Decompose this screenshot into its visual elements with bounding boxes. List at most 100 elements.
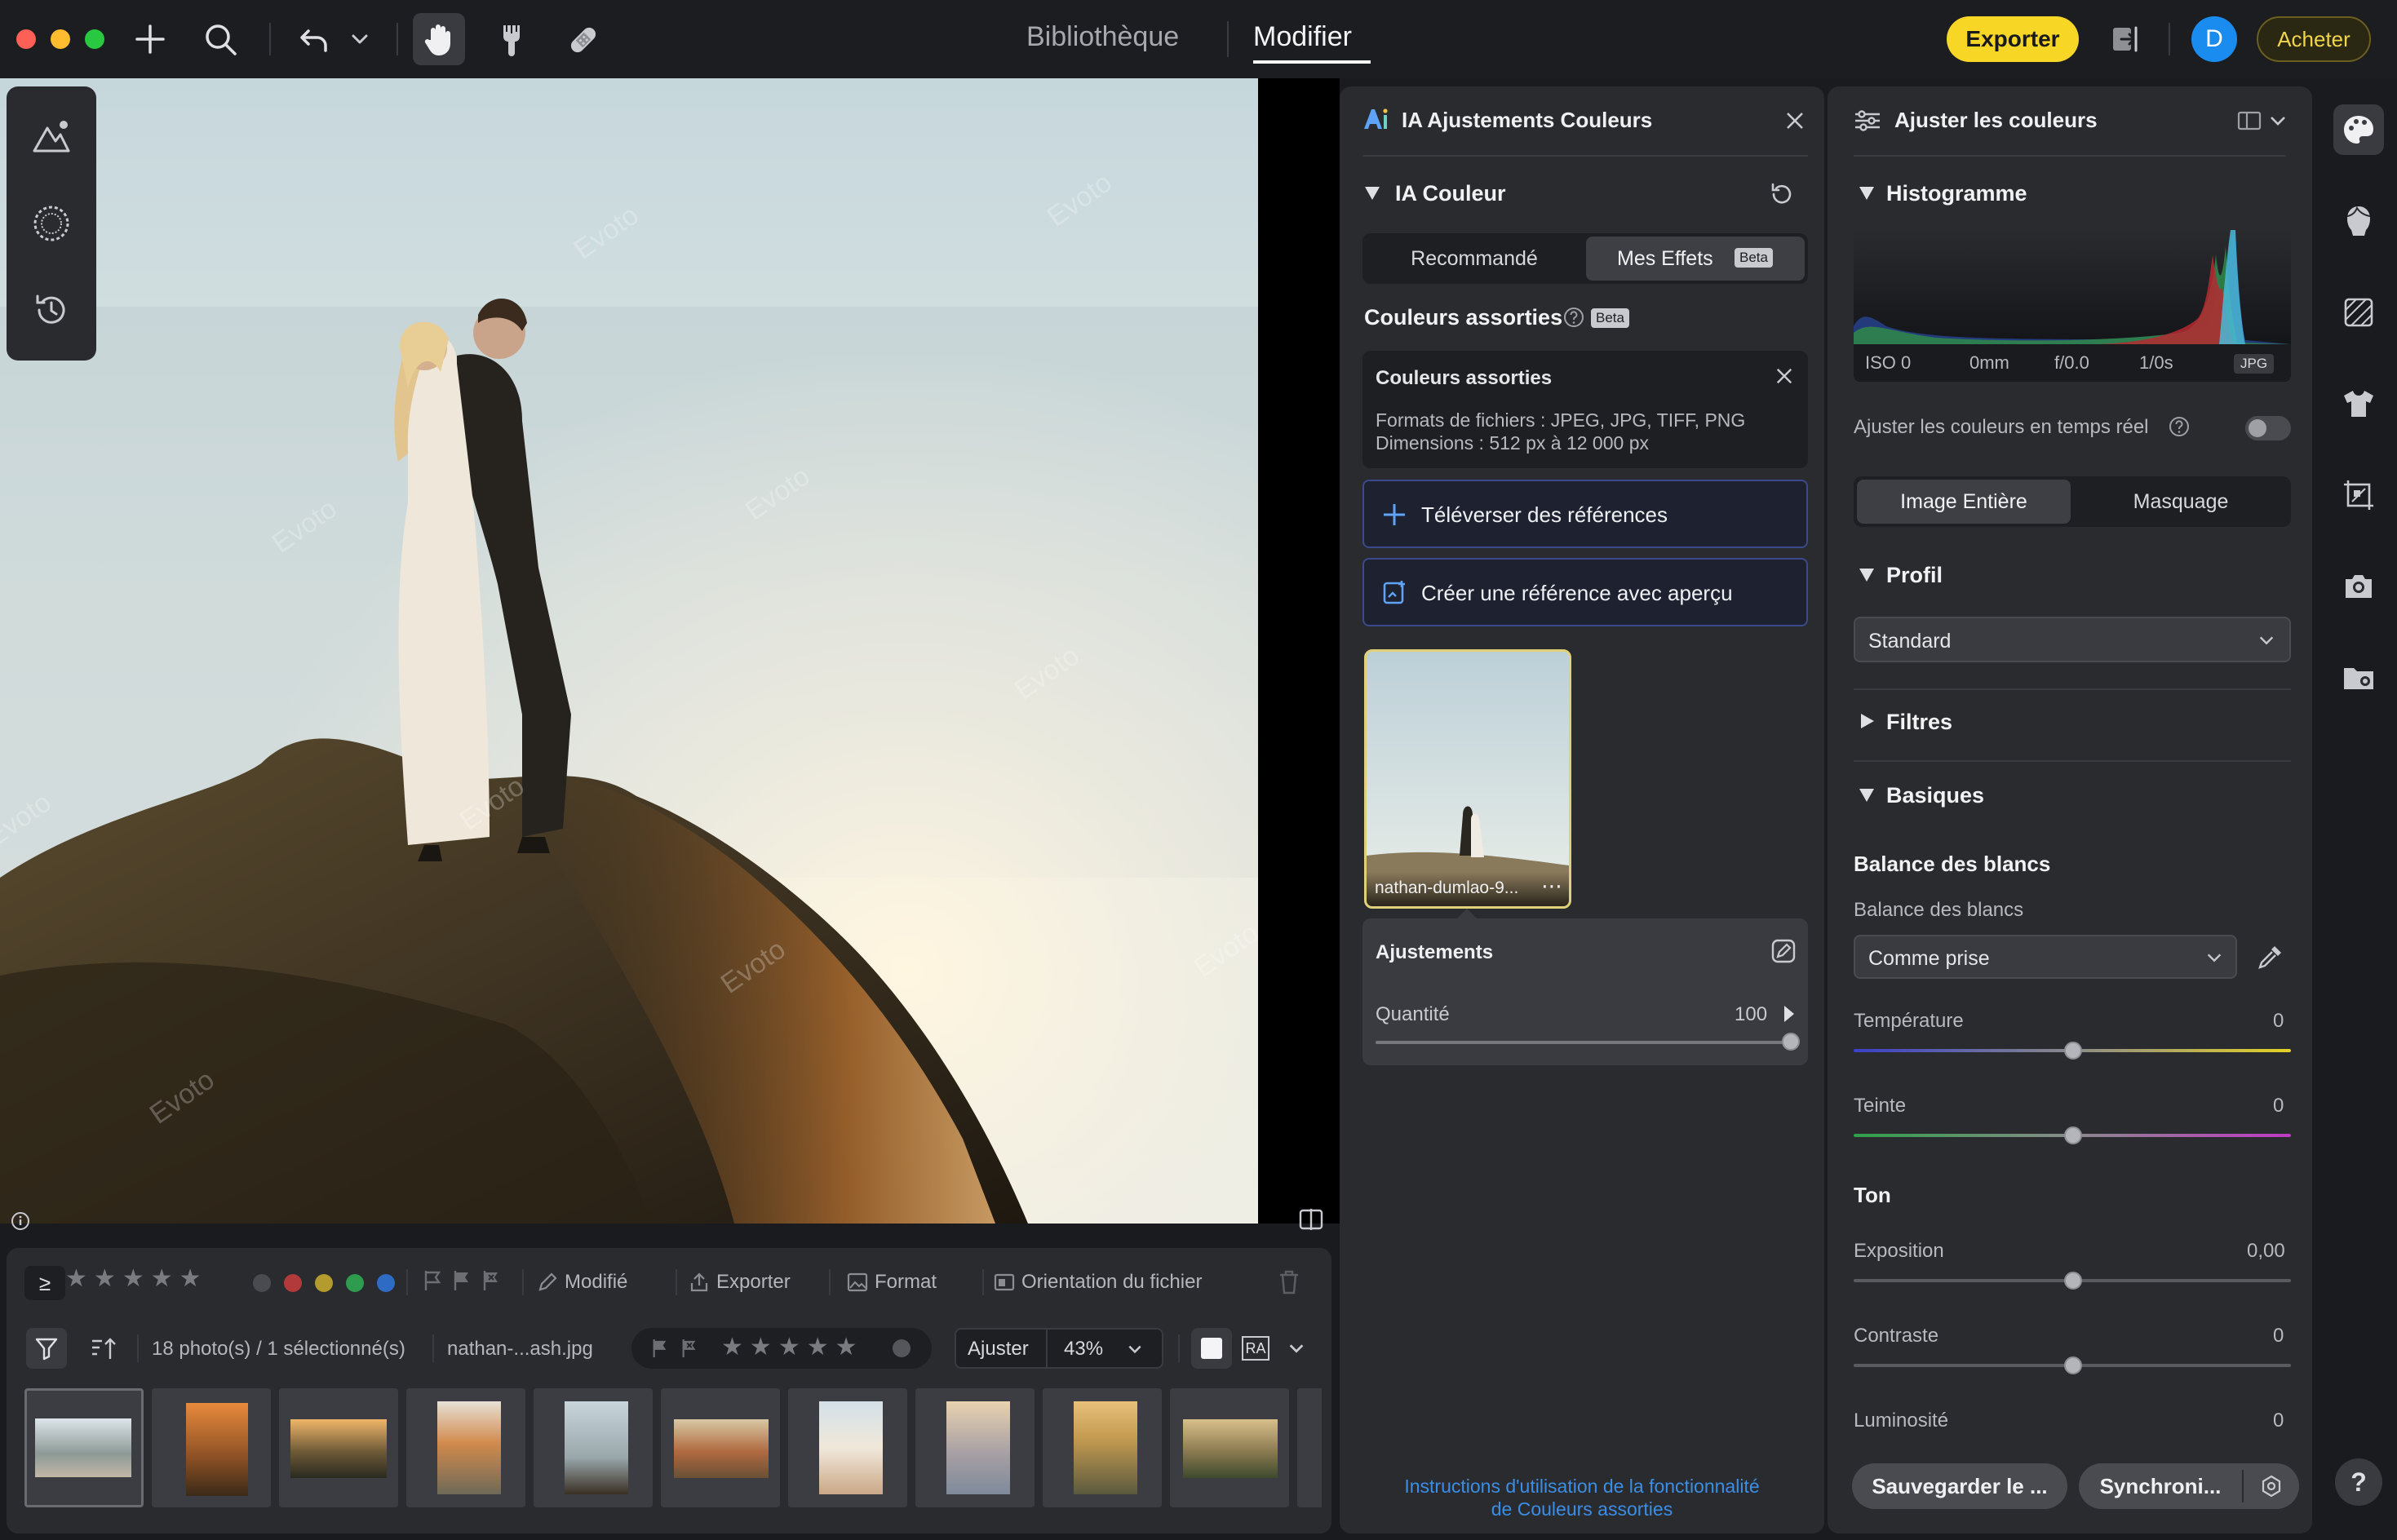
color-label-blue[interactable] bbox=[377, 1274, 395, 1292]
buy-button[interactable]: Acheter bbox=[2257, 16, 2371, 62]
color-label-none[interactable] bbox=[253, 1274, 271, 1292]
sort-icon[interactable] bbox=[85, 1330, 122, 1367]
caret-right-icon[interactable] bbox=[1860, 713, 1875, 729]
history-icon[interactable] bbox=[27, 285, 76, 334]
star-icon[interactable]: ★ bbox=[65, 1264, 87, 1293]
flag-reject-icon[interactable] bbox=[680, 1338, 698, 1359]
folder-settings-icon[interactable] bbox=[2333, 653, 2384, 703]
histogram-section-title[interactable]: Histogramme bbox=[1886, 181, 2027, 206]
upload-references-button[interactable]: Téléverser des références bbox=[1362, 480, 1808, 548]
tab-full-image[interactable]: Image Entière bbox=[1857, 480, 2071, 524]
camera-icon[interactable] bbox=[2333, 561, 2384, 612]
zoom-level[interactable]: 43% bbox=[1064, 1338, 1103, 1361]
thumbnail[interactable] bbox=[661, 1388, 780, 1507]
rating-filter-icon[interactable]: ≥ bbox=[24, 1266, 65, 1300]
thumbnail[interactable] bbox=[1297, 1388, 1322, 1507]
star-icon[interactable]: ★ bbox=[94, 1264, 116, 1293]
caret-down-icon[interactable] bbox=[1364, 186, 1380, 201]
landscape-ai-icon[interactable] bbox=[27, 113, 76, 162]
expand-right-icon[interactable] bbox=[1783, 1005, 1795, 1023]
tab-my-effects[interactable]: Mes Effets Beta bbox=[1586, 237, 1805, 281]
caret-down-icon[interactable] bbox=[1859, 788, 1875, 803]
panel-layout-dropdown[interactable] bbox=[2234, 104, 2293, 137]
tint-value[interactable]: 0 bbox=[2273, 1095, 2284, 1117]
star-icon[interactable]: ★ bbox=[778, 1333, 800, 1361]
more-icon[interactable]: ⋯ bbox=[1541, 874, 1562, 899]
sync-settings-icon[interactable] bbox=[2245, 1463, 2297, 1509]
filter-icon[interactable] bbox=[26, 1328, 67, 1369]
compare-view-icon[interactable] bbox=[1297, 1206, 1325, 1233]
flag-filled-icon[interactable] bbox=[452, 1269, 472, 1292]
thumbnail[interactable] bbox=[24, 1388, 144, 1507]
eyedropper-icon[interactable] bbox=[2257, 943, 2284, 971]
tint-slider-handle[interactable] bbox=[2064, 1126, 2082, 1144]
basics-section-title[interactable]: Basiques bbox=[1886, 783, 1984, 808]
white-balance-select[interactable]: Comme prise bbox=[1854, 935, 2237, 979]
profile-section-title[interactable]: Profil bbox=[1886, 563, 1943, 588]
quantity-slider[interactable] bbox=[1376, 1041, 1795, 1044]
edit-adjustments-icon[interactable] bbox=[1767, 935, 1800, 967]
quantity-value[interactable]: 100 bbox=[1735, 1003, 1767, 1026]
hand-tool-icon[interactable] bbox=[413, 13, 465, 65]
thumbnail[interactable] bbox=[279, 1388, 398, 1507]
caret-down-icon[interactable] bbox=[1859, 186, 1875, 201]
star-icon[interactable]: ★ bbox=[179, 1264, 202, 1293]
thumbnail[interactable] bbox=[915, 1388, 1035, 1507]
rating-stars[interactable]: ★ ★ ★ ★ ★ bbox=[65, 1264, 202, 1293]
export-button[interactable]: Exporter bbox=[1947, 16, 2079, 62]
help-icon[interactable] bbox=[1563, 307, 1584, 328]
thumbnail[interactable] bbox=[406, 1388, 525, 1507]
user-avatar[interactable]: D bbox=[2191, 16, 2237, 62]
nav-edit-tab[interactable]: Modifier bbox=[1253, 21, 1352, 53]
color-label-red[interactable] bbox=[284, 1274, 302, 1292]
undo-icon[interactable] bbox=[295, 20, 335, 59]
sync-button[interactable]: Synchroni... bbox=[2079, 1463, 2242, 1509]
reset-icon[interactable] bbox=[1764, 176, 1800, 212]
info-icon[interactable] bbox=[8, 1209, 33, 1233]
raw-badge[interactable]: RA bbox=[1242, 1336, 1269, 1361]
close-icon[interactable] bbox=[1780, 106, 1810, 135]
nav-library-tab[interactable]: Bibliothèque bbox=[1026, 21, 1179, 53]
texture-circle-icon[interactable] bbox=[27, 199, 76, 248]
contrast-value[interactable]: 0 bbox=[2273, 1325, 2284, 1348]
color-labels[interactable] bbox=[253, 1274, 395, 1292]
thumbnail[interactable] bbox=[788, 1388, 907, 1507]
format-filter[interactable]: Format bbox=[847, 1271, 937, 1294]
star-icon[interactable]: ★ bbox=[122, 1264, 144, 1293]
flag-reject-icon[interactable] bbox=[481, 1269, 501, 1292]
help-link[interactable]: Instructions d'utilisation de la fonctio… bbox=[1340, 1475, 1824, 1520]
temperature-slider-handle[interactable] bbox=[2064, 1042, 2082, 1060]
star-icon[interactable]: ★ bbox=[721, 1333, 743, 1361]
clothing-icon[interactable] bbox=[2333, 378, 2384, 429]
reference-thumbnail[interactable]: nathan-dumlao-9... ⋯ bbox=[1364, 649, 1571, 909]
fit-button[interactable]: Ajuster bbox=[968, 1338, 1029, 1361]
thumbnail[interactable] bbox=[534, 1388, 653, 1507]
save-preset-button[interactable]: Sauvegarder le ... bbox=[1852, 1463, 2067, 1509]
close-icon[interactable] bbox=[1770, 362, 1798, 390]
healing-bandage-icon[interactable] bbox=[561, 18, 605, 62]
close-window-button[interactable] bbox=[16, 29, 36, 49]
thumbnail[interactable] bbox=[1170, 1388, 1289, 1507]
temperature-value[interactable]: 0 bbox=[2273, 1010, 2284, 1033]
quick-stars[interactable]: ★ ★ ★ ★ ★ bbox=[721, 1333, 857, 1361]
trash-icon[interactable] bbox=[1273, 1266, 1305, 1299]
tab-recommended[interactable]: Recommandé bbox=[1366, 237, 1583, 281]
exposure-value[interactable]: 0,00 bbox=[2247, 1240, 2285, 1263]
filters-section-title[interactable]: Filtres bbox=[1886, 710, 1952, 735]
star-icon[interactable]: ★ bbox=[750, 1333, 772, 1361]
thumbnail[interactable] bbox=[152, 1388, 271, 1507]
caret-down-icon[interactable] bbox=[1859, 568, 1875, 582]
flag-filters[interactable] bbox=[423, 1269, 501, 1292]
ai-color-section-title[interactable]: IA Couleur bbox=[1395, 181, 1506, 206]
brightness-value[interactable]: 0 bbox=[2273, 1409, 2284, 1432]
export-filter[interactable]: Exporter bbox=[689, 1271, 791, 1294]
exposure-slider-handle[interactable] bbox=[2064, 1272, 2082, 1290]
color-label-yellow[interactable] bbox=[315, 1274, 333, 1292]
background-white-toggle[interactable] bbox=[1191, 1328, 1232, 1369]
background-grid-icon[interactable] bbox=[2333, 287, 2384, 338]
quantity-slider-handle[interactable] bbox=[1782, 1033, 1800, 1051]
face-retouch-icon[interactable] bbox=[2333, 196, 2384, 246]
star-icon[interactable]: ★ bbox=[151, 1264, 173, 1293]
zoom-window-button[interactable] bbox=[85, 29, 104, 49]
create-reference-button[interactable]: Créer une référence avec aperçu bbox=[1362, 558, 1808, 626]
